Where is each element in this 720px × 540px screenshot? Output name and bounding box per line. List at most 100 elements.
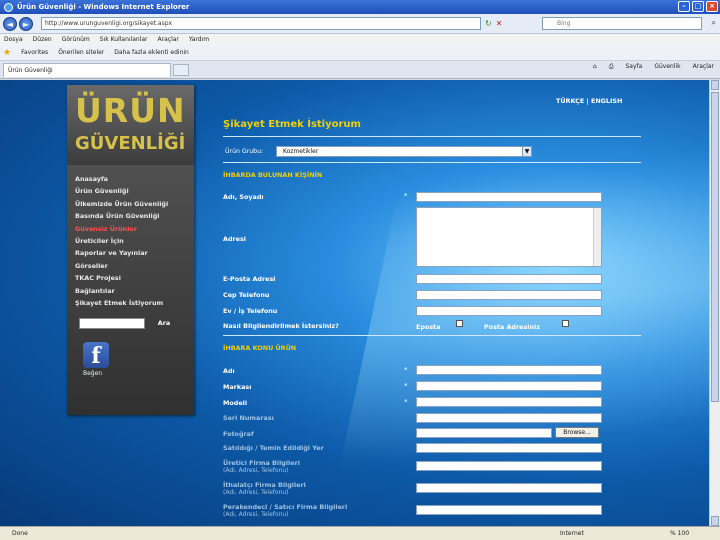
address-label: Adresi — [223, 235, 247, 243]
facebook-like-link[interactable]: Beğen — [83, 370, 102, 377]
logo-text-line1: ÜRÜN — [75, 91, 186, 130]
contact-post-checkbox[interactable] — [562, 320, 569, 327]
contact-email-checkbox[interactable] — [456, 320, 463, 327]
favorites-star-icon[interactable]: ★ — [3, 48, 11, 58]
ie-icon — [4, 2, 13, 12]
close-button[interactable]: × — [706, 1, 718, 12]
sidebar-item-tkac[interactable]: TKAC Projesi — [75, 274, 190, 286]
photo-file-input[interactable] — [416, 428, 552, 438]
sidebar-search-input[interactable] — [79, 318, 145, 329]
retailer-input[interactable] — [416, 505, 602, 515]
sidebar-item-press[interactable]: Basında Ürün Güvenliği — [75, 212, 190, 224]
home-icon[interactable]: ⌂ — [593, 63, 597, 71]
divider — [223, 162, 641, 163]
address-textarea[interactable] — [416, 207, 602, 267]
model-label: Modeli — [223, 399, 248, 407]
mobile-input[interactable] — [416, 290, 602, 300]
producer-label: Üretici Firma Bilgileri (Adı, Adresi, Te… — [223, 459, 300, 474]
name-input[interactable] — [416, 192, 602, 202]
retailer-sub-label: (Adı, Adresi, Telefonu) — [223, 511, 289, 518]
sidebar-item-product-safety[interactable]: Ürün Güvenliği — [75, 187, 190, 199]
producer-sub-label: (Adı, Adresi, Telefonu) — [223, 467, 289, 474]
email-input[interactable] — [416, 274, 602, 284]
chevron-down-icon[interactable]: ▼ — [522, 147, 531, 156]
stop-icon[interactable]: ✕ — [496, 19, 503, 28]
tab-current[interactable]: Ürün Güvenliği — [3, 62, 171, 77]
phone-input[interactable] — [416, 306, 602, 316]
divider — [223, 136, 641, 137]
menu-item-favorites[interactable]: Sık Kullanılanlar — [100, 36, 148, 43]
scroll-down-icon[interactable] — [711, 516, 719, 526]
menu-item-view[interactable]: Görünüm — [62, 36, 90, 43]
importer-label: İthalatçı Firma Bilgileri (Adı, Adresi, … — [223, 481, 306, 496]
zoom-level[interactable]: % 100 — [670, 527, 689, 540]
page-scrollbar[interactable] — [709, 80, 720, 526]
required-mark: * — [404, 398, 408, 406]
menu-item-tools[interactable]: Araçlar — [158, 36, 179, 43]
model-input[interactable] — [416, 397, 602, 407]
command-safety[interactable]: Güvenlik — [654, 63, 680, 71]
facebook-icon[interactable]: f — [83, 342, 109, 369]
scroll-up-icon[interactable] — [711, 80, 719, 90]
language-switch[interactable]: TÜRKÇE | ENGLISH — [556, 97, 622, 105]
product-group-select[interactable]: Kozmetikler ▼ — [276, 146, 532, 157]
purchase-place-input[interactable] — [416, 443, 602, 453]
menu-item-help[interactable]: Yardım — [189, 36, 209, 43]
search-input[interactable]: Bing — [542, 17, 702, 30]
sidebar-item-links[interactable]: Bağlantılar — [75, 287, 190, 299]
serial-label: Seri Numarası — [223, 414, 274, 422]
command-tools[interactable]: Araçlar — [693, 63, 714, 71]
sidebar-nav: Anasayfa Ürün Güvenliği Ülkemizde Ürün G… — [75, 175, 190, 311]
sidebar-item-producers[interactable]: Üreticiler İçin — [75, 237, 190, 249]
favorites-button[interactable]: Favorites — [21, 49, 48, 56]
sidebar-item-home[interactable]: Anasayfa — [75, 175, 190, 187]
page-title: Şikayet Etmek İstiyorum — [223, 119, 361, 130]
producer-label-text: Üretici Firma Bilgileri — [223, 459, 300, 467]
sidebar-item-complaint[interactable]: Şikayet Etmek İstiyorum — [75, 299, 190, 311]
sidebar-item-national-safety[interactable]: Ülkemizde Ürün Güvenliği — [75, 200, 190, 212]
window-title: Ürün Güvenliği - Windows Internet Explor… — [17, 3, 190, 11]
print-icon[interactable]: ⎙ — [609, 63, 614, 71]
logo-text-line2: GÜVENLİĞİ — [75, 133, 186, 154]
importer-sub-label: (Adı, Adresi, Telefonu) — [223, 489, 289, 496]
brand-input[interactable] — [416, 381, 602, 391]
maximize-button[interactable]: □ — [692, 1, 704, 12]
favorites-link-addons[interactable]: Daha fazla eklenti edinin — [114, 49, 189, 56]
product-name-input[interactable] — [416, 365, 602, 375]
product-group-value: Kozmetikler — [283, 148, 319, 155]
menu-item-edit[interactable]: Düzen — [33, 36, 52, 43]
scrollbar-thumb[interactable] — [711, 92, 719, 402]
divider — [223, 335, 641, 336]
back-arrow-icon[interactable]: ◄ — [3, 16, 17, 31]
retailer-label-text: Perakendeci / Satıcı Firma Bilgileri — [223, 503, 348, 511]
contact-email-label: Eposta — [416, 323, 441, 331]
brand-label: Markası — [223, 383, 252, 391]
sidebar-item-reports[interactable]: Raporlar ve Yayınlar — [75, 249, 190, 261]
url-input[interactable]: http://www.urunguvenligi.org/sikayet.asp… — [41, 17, 481, 30]
required-mark: * — [404, 382, 408, 390]
contact-pref-label: Nasıl Bilgilendirilmek İstersiniz? — [223, 322, 339, 330]
page-content: ÜRÜN GÜVENLİĞİ Anasayfa Ürün Güvenliği Ü… — [0, 80, 709, 526]
favorites-link-suggested[interactable]: Önerilen siteler — [58, 49, 104, 56]
site-logo[interactable]: ÜRÜN GÜVENLİĞİ — [67, 85, 194, 165]
sidebar-item-unsafe-products[interactable]: Güvensiz Ürünler — [75, 225, 190, 237]
command-page[interactable]: Sayfa — [626, 63, 643, 71]
search-icon[interactable]: ⌕ — [712, 18, 716, 28]
sidebar-search-button[interactable]: Ara — [149, 318, 179, 329]
sidebar-item-visuals[interactable]: Görseller — [75, 262, 190, 274]
browse-button[interactable]: Browse... — [555, 427, 599, 438]
refresh-icon[interactable]: ↻ — [485, 19, 492, 28]
minimize-button[interactable]: – — [678, 1, 690, 12]
producer-input[interactable] — [416, 461, 602, 471]
serial-input[interactable] — [416, 413, 602, 423]
photo-label: Fotoğraf — [223, 430, 254, 438]
importer-input[interactable] — [416, 483, 602, 493]
menu-item-file[interactable]: Dosya — [4, 36, 23, 43]
new-tab-button[interactable] — [173, 63, 189, 76]
tab-bar: Ürün Güvenliği ⌂ ⎙ Sayfa Güvenlik Araçla… — [0, 61, 720, 79]
section-heading-informant: İHBARDA BULUNAN KİŞİNİN — [223, 171, 323, 179]
window-titlebar: Ürün Güvenliği - Windows Internet Explor… — [0, 0, 720, 14]
forward-arrow-icon[interactable]: ► — [19, 16, 33, 31]
textarea-scrollbar[interactable] — [593, 208, 601, 266]
status-text: Done — [12, 530, 28, 537]
